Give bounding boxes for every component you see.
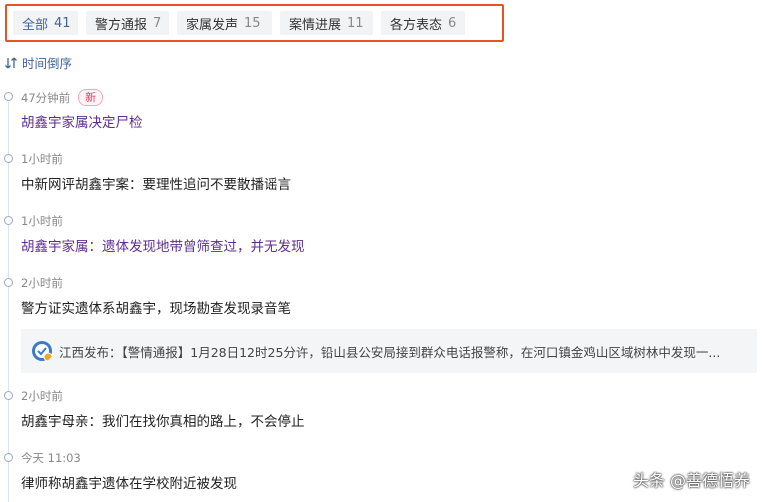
news-link[interactable]: 警方证实遗体系胡鑫宇，现场勘查发现录音笔 (21, 297, 291, 317)
news-link[interactable]: 律师称胡鑫宇遗体在学校附近被发现 (21, 472, 237, 492)
tab-police-report[interactable]: 警方通报 7 (86, 11, 169, 35)
tab-family-statement[interactable]: 家属发声 15 (177, 11, 272, 35)
tab-family-statement-label: 家属发声 (186, 17, 239, 33)
tab-all-label: 全部 (22, 17, 49, 33)
item-time: 1小时前 (21, 214, 63, 228)
verified-account-avatar-icon (32, 341, 53, 362)
quoted-post-text: 江西发布：【警情通报】1月28日12时25分许，铅山县公安局接到群众电话报警称，… (59, 344, 721, 360)
tab-case-progress-count: 11 (347, 15, 364, 31)
sort-arrows-icon (5, 57, 17, 68)
sort-label: 时间倒序 (22, 56, 73, 71)
tab-all-parties-count: 6 (448, 15, 457, 31)
sort-toggle[interactable]: 时间倒序 (4, 53, 72, 72)
timeline-dot (4, 453, 13, 462)
item-time: 2小时前 (21, 389, 63, 403)
quoted-post[interactable]: 江西发布：【警情通报】1月28日12时25分许，铅山县公安局接到群众电话报警称，… (21, 329, 757, 373)
news-link[interactable]: 胡鑫宇家属：遗体发现地带曾筛查过，并无发现 (21, 235, 305, 255)
timeline-dot (4, 154, 13, 163)
news-link[interactable]: 胡鑫宇家属决定尸检 (21, 111, 143, 131)
time-text: 47分钟前 (21, 90, 71, 105)
tab-bar: 全部 41 警方通报 7 家属发声 15 案情进展 11 各方表态 6 (5, 4, 504, 42)
tab-all[interactable]: 全部 41 (13, 11, 78, 35)
tab-police-report-label: 警方通报 (95, 17, 148, 33)
news-link[interactable]: 中新网评胡鑫宇案：要理性追问不要散播谣言 (21, 173, 291, 193)
tab-case-progress[interactable]: 案情进展 11 (280, 11, 373, 35)
timeline-dot (4, 391, 13, 400)
item-time: 47分钟前 新 (21, 89, 104, 106)
tab-police-report-count: 7 (153, 15, 162, 31)
tab-all-count: 41 (54, 15, 71, 31)
tab-all-parties[interactable]: 各方表态 6 (381, 11, 465, 35)
timeline-dot (4, 92, 13, 101)
new-badge: 新 (78, 89, 104, 106)
tab-case-progress-label: 案情进展 (289, 17, 342, 33)
watermark: 头条 @善德悟养 (632, 471, 750, 490)
item-time: 2小时前 (21, 276, 63, 290)
timeline-dot (4, 278, 13, 287)
item-time: 今天 11:03 (21, 451, 81, 465)
item-time: 1小时前 (21, 152, 63, 166)
news-link[interactable]: 胡鑫宇母亲：我们在找你真相的路上，不会停止 (21, 410, 305, 430)
tab-family-statement-count: 15 (244, 15, 261, 31)
tab-all-parties-label: 各方表态 (390, 17, 443, 33)
timeline-dot (4, 216, 13, 225)
